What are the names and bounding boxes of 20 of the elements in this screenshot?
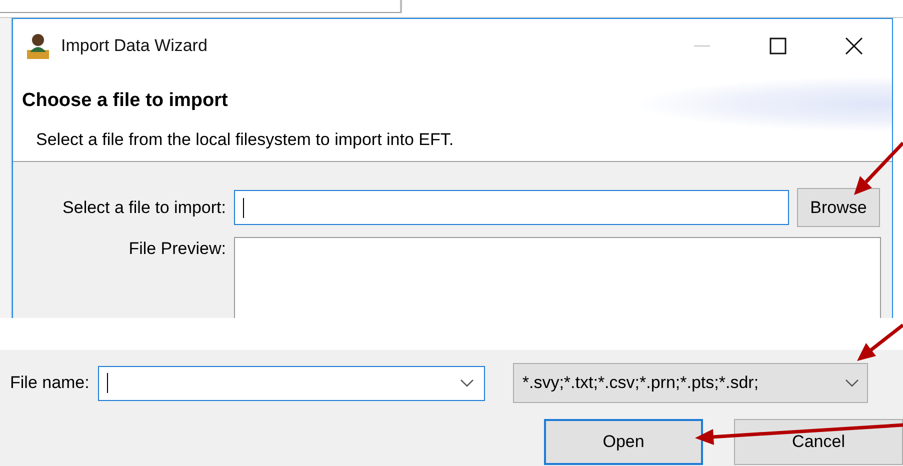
browse-button[interactable]: Browse [797,188,880,227]
open-button[interactable]: Open [544,419,704,465]
annotation-arrow [857,324,903,361]
field-label: File Preview: [128,239,226,259]
chevron-down-icon [460,378,474,388]
chevron-down-icon [845,378,860,388]
person-icon [25,32,51,60]
field-label: Select a file to import: [62,198,226,218]
page-title: Choose a file to import [22,90,228,112]
file-name-combo[interactable] [98,366,486,400]
cancel-button[interactable]: Cancel [734,419,903,465]
maximize-icon [769,36,787,54]
file-type-dropdown[interactable]: *.svy;*.txt;*.csv;*.prn;*.pts;*.sdr; [513,363,868,403]
close-icon [845,36,863,54]
file-path-field[interactable] [234,190,789,225]
page-description: Select a file from the local filesystem to import into EFT. [36,130,455,150]
minimize-icon [693,44,711,46]
annotation-arrow [854,142,903,195]
window-title: Import Data Wizard [61,36,208,56]
field-label: File name: [10,373,90,393]
